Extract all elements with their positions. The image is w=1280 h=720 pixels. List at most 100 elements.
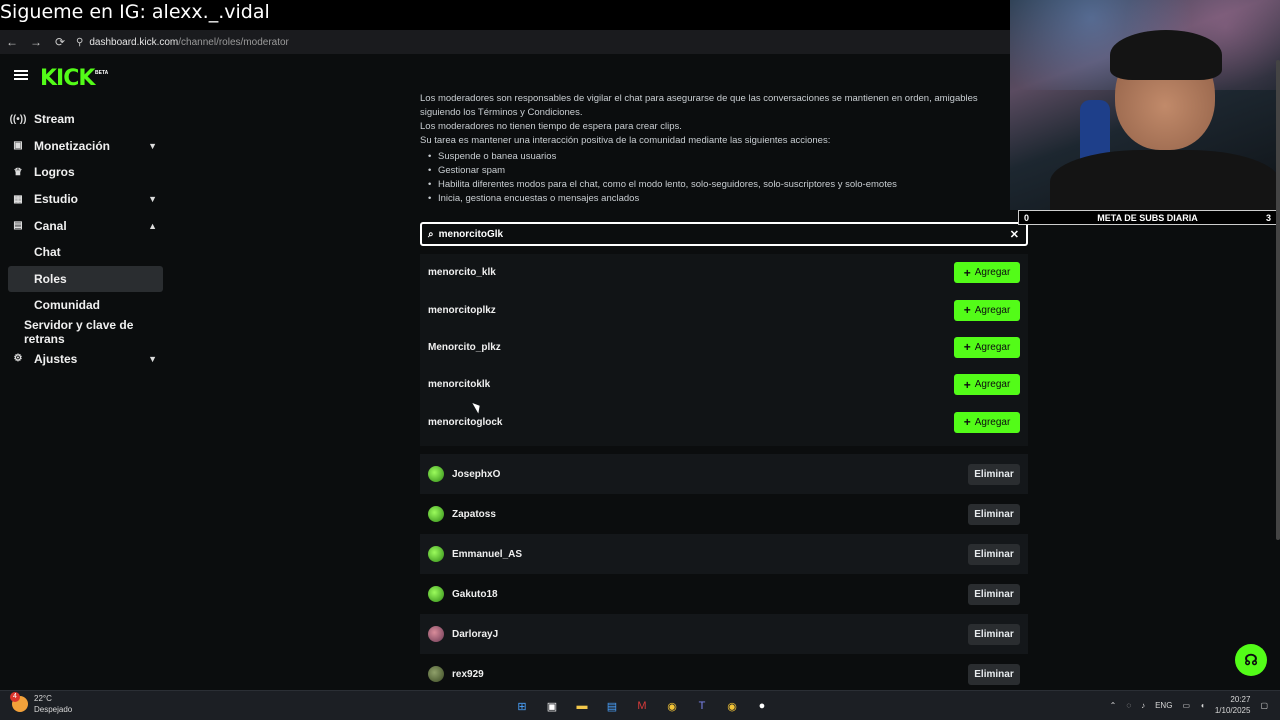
page-scrollbar[interactable] <box>1276 60 1280 540</box>
channel-icon: ▤ <box>13 220 23 232</box>
menu-icon[interactable] <box>14 70 28 80</box>
back-icon[interactable]: ← <box>0 35 24 49</box>
clock-date: 1/10/2025 <box>1214 706 1251 715</box>
close-icon[interactable]: ✕ <box>1010 228 1019 241</box>
moderator-username[interactable]: rex929 <box>452 669 484 680</box>
list-item: menorcito_klk + Agregar <box>420 254 1028 291</box>
list-item: Menorcito_plkz + Agregar <box>420 329 1028 366</box>
moderator-username[interactable]: Emmanuel_AS <box>452 549 522 560</box>
remove-moderator-button[interactable]: Eliminar <box>968 623 1020 645</box>
add-moderator-button[interactable]: + Agregar <box>954 374 1020 396</box>
list-item: Inicia, gestiona encuestas o mensajes an… <box>420 192 1020 206</box>
sidebar-item-label: Roles <box>34 271 67 286</box>
chrome-active-icon[interactable]: ◉ <box>722 696 742 716</box>
moderator-username[interactable]: JosephxO <box>452 469 500 480</box>
monitor-icon[interactable]: ▭ <box>1182 701 1190 710</box>
main-content: Los moderadores son responsables de vigi… <box>170 54 1028 690</box>
file-explorer-icon[interactable]: ▬ <box>572 696 592 716</box>
remove-moderator-button[interactable]: Eliminar <box>968 463 1020 485</box>
table-row: Emmanuel_AS Eliminar <box>420 534 1028 574</box>
add-moderator-button[interactable]: + Agregar <box>954 262 1020 284</box>
sidebar-item-ajustes[interactable]: ⚙ Ajustes ▼ <box>8 345 163 372</box>
remove-moderator-button[interactable]: Eliminar <box>968 583 1020 605</box>
teams-icon[interactable]: T <box>692 696 712 716</box>
moderator-username[interactable]: Gakuto18 <box>452 589 498 600</box>
notifications-icon[interactable]: ▢ <box>1260 701 1268 710</box>
obs-icon[interactable]: ● <box>752 696 772 716</box>
plus-icon: + <box>963 340 971 355</box>
sidebar-item-chat[interactable]: Chat <box>8 239 163 266</box>
sidebar-item-stream[interactable]: ((•)) Stream <box>8 106 163 133</box>
sidebar-item-servidor[interactable]: Servidor y clave de retrans <box>8 318 163 347</box>
add-moderator-button[interactable]: + Agregar <box>954 411 1020 433</box>
chrome-icon[interactable]: ◉ <box>662 696 682 716</box>
sidebar-item-roles[interactable]: Roles <box>8 265 163 293</box>
remove-moderator-button[interactable]: Eliminar <box>968 503 1020 525</box>
sidebar-item-estudio[interactable]: ▦ Estudio ▼ <box>8 186 163 213</box>
button-label: Agregar <box>974 304 1011 316</box>
list-item: Gestionar spam <box>420 164 1020 178</box>
weather-widget[interactable]: 4 22°C Despejado <box>10 692 72 715</box>
description-line: siguiendo los Términos y Condiciones. <box>420 107 583 118</box>
search-input[interactable]: ⌕ menorcitoGlk ✕ <box>420 222 1028 246</box>
sidebar: KICK BETA ((•)) Stream ▣ Monetización ▼ … <box>0 54 170 690</box>
search-value[interactable]: menorcitoGlk <box>439 229 503 240</box>
result-username: menorcitoglock <box>428 416 503 428</box>
url-host[interactable]: dashboard.kick.com <box>89 37 178 48</box>
button-label: Agregar <box>974 267 1011 279</box>
language-indicator[interactable]: ENG <box>1155 701 1172 710</box>
streamer-hair <box>1110 30 1222 80</box>
add-moderator-button[interactable]: + Agregar <box>954 336 1020 358</box>
button-label: Agregar <box>974 341 1011 353</box>
system-tray: ⌃ ◌ ♪ ENG ▭ ◖ 20:27 1/10/2025 ▢ <box>1110 694 1268 716</box>
moderator-username[interactable]: DarlorayJ <box>452 629 498 640</box>
search-icon: ⌕ <box>428 228 434 240</box>
avatar <box>428 586 444 602</box>
windows-start-icon[interactable]: ⊞ <box>512 696 532 716</box>
plus-icon: + <box>963 377 971 392</box>
network-icon[interactable]: ◌ <box>1126 701 1131 710</box>
list-item: menorcitoklk + Agregar <box>420 366 1028 403</box>
sidebar-item-canal[interactable]: ▤ Canal ▲ <box>8 212 163 239</box>
sidebar-item-label: Estudio <box>34 192 78 207</box>
table-row: DarlorayJ Eliminar <box>420 614 1028 654</box>
url-path[interactable]: /channel/roles/moderator <box>178 37 289 48</box>
sidebar-item-label: Stream <box>34 112 75 127</box>
sidebar-item-label: Canal <box>34 218 67 233</box>
site-info-icon[interactable]: ⚲ <box>76 37 83 48</box>
chevron-down-icon: ▼ <box>148 140 157 151</box>
list-item: Suspende o banea usuarios <box>420 150 1020 164</box>
volume-icon[interactable]: ◖ <box>1200 701 1205 710</box>
add-moderator-button[interactable]: + Agregar <box>954 299 1020 321</box>
forward-icon[interactable]: → <box>24 35 48 49</box>
remove-moderator-button[interactable]: Eliminar <box>968 543 1020 565</box>
moderator-username[interactable]: Zapatoss <box>452 509 496 520</box>
sidebar-item-logros[interactable]: ♛ Logros <box>8 159 163 186</box>
moderator-description: Los moderadores son responsables de vigi… <box>420 92 1020 206</box>
weather-sun-icon: 4 <box>10 692 28 712</box>
sidebar-item-label: Logros <box>34 165 75 180</box>
list-item: menorcitoglock + Agregar <box>420 404 1028 441</box>
mcafee-icon[interactable]: M <box>632 696 652 716</box>
sidebar-item-comunidad[interactable]: Comunidad <box>8 292 163 319</box>
sidebar-item-label: Ajustes <box>34 351 78 366</box>
sidebar-item-monetizacion[interactable]: ▣ Monetización ▼ <box>8 133 163 160</box>
goal-title: META DE SUBS DIARIA <box>1097 212 1198 223</box>
subs-goal-bar: 0 META DE SUBS DIARIA 3 <box>1018 210 1277 225</box>
remove-moderator-button[interactable]: Eliminar <box>968 663 1020 685</box>
goal-target: 3 <box>1265 212 1271 223</box>
address-bar: ← → ⟳ ⚲ dashboard.kick.com /channel/role… <box>0 30 1010 54</box>
table-row: Gakuto18 Eliminar <box>420 574 1028 614</box>
table-row: JosephxO Eliminar <box>420 454 1028 494</box>
reload-icon[interactable]: ⟳ <box>48 35 72 49</box>
clock[interactable]: 20:27 1/10/2025 <box>1215 694 1251 716</box>
sidebar-item-label: Servidor y clave de retrans <box>24 318 134 347</box>
help-chat-button[interactable]: ☊ <box>1235 644 1267 676</box>
task-view-icon[interactable]: ▣ <box>542 696 562 716</box>
list-item: Habilita diferentes modos para el chat, … <box>420 178 1020 192</box>
streamer-shirt <box>1050 150 1280 210</box>
store-icon[interactable]: ▤ <box>602 696 622 716</box>
microphone-icon[interactable]: ♪ <box>1141 701 1145 710</box>
kick-logo[interactable]: KICK <box>40 66 95 91</box>
chevron-up-icon[interactable]: ⌃ <box>1110 701 1117 710</box>
